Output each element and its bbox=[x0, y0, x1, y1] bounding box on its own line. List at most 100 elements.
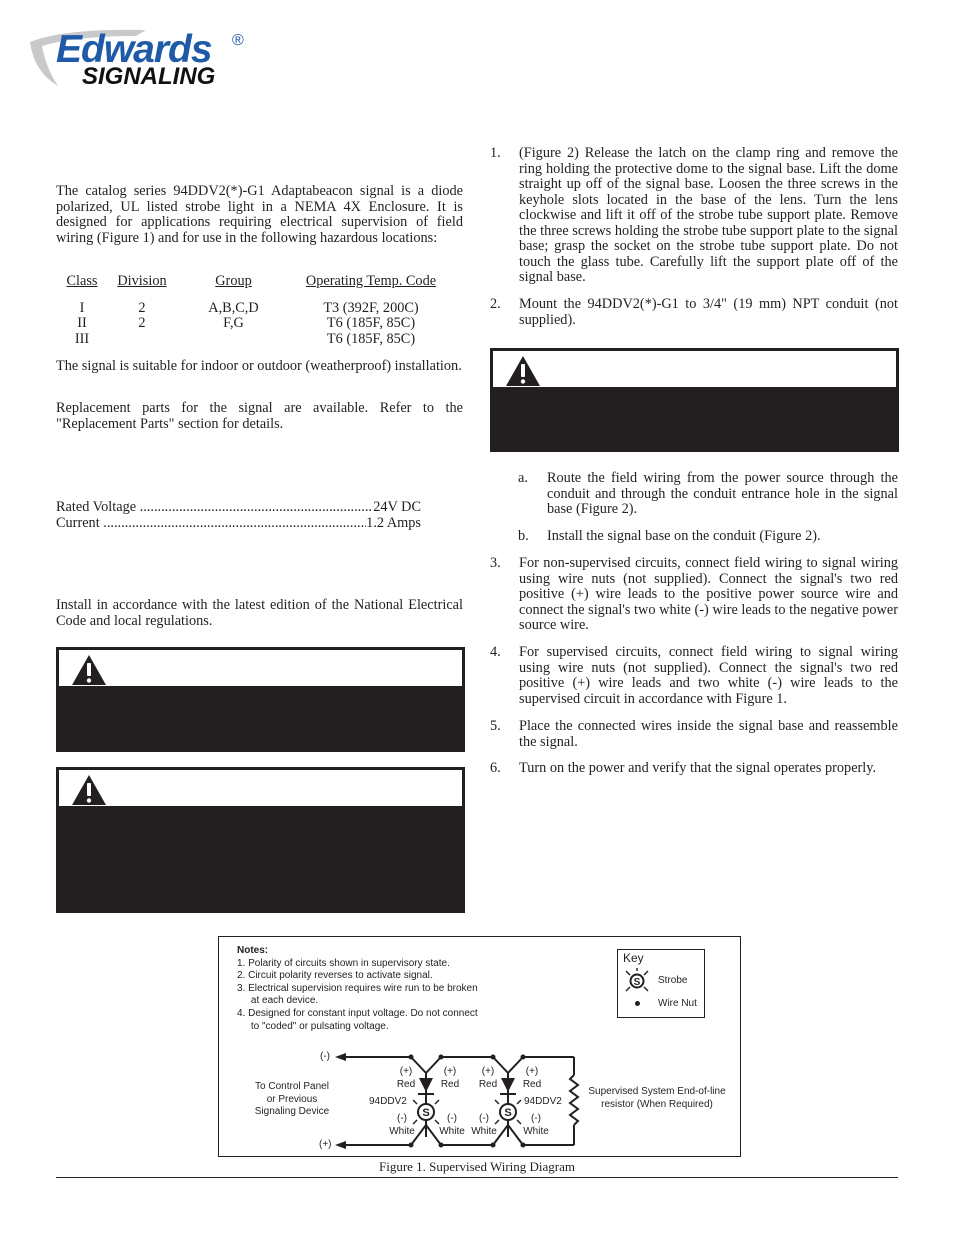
wiring-diagram-figure: Notes: 1. Polarity of circuits shown in … bbox=[218, 936, 741, 1157]
device-label: 94DDV2 bbox=[369, 1096, 407, 1107]
warning-box bbox=[56, 767, 465, 913]
wire-color: White bbox=[523, 1125, 549, 1137]
substep-text: Route the field wiring from the power so… bbox=[547, 470, 898, 517]
step-text: For supervised circuits, connect field w… bbox=[519, 644, 898, 707]
polarity: (+) bbox=[525, 1066, 539, 1077]
cell: III bbox=[74, 330, 90, 347]
polarity: (-) bbox=[479, 1113, 489, 1124]
polarity: (-) bbox=[397, 1113, 407, 1124]
col-division: Division bbox=[117, 273, 167, 289]
col-class: Class bbox=[66, 273, 98, 289]
step-number: 3. bbox=[490, 555, 501, 571]
figure-caption: Figure 1. Supervised Wiring Diagram bbox=[378, 1159, 575, 1174]
step-number: 2. bbox=[490, 296, 501, 312]
logo-registered-mark: ® bbox=[232, 32, 244, 49]
spec-current: Current ................................… bbox=[56, 515, 421, 531]
wire-color: White bbox=[389, 1125, 415, 1137]
cell: T6 (185F, 85C) bbox=[326, 330, 416, 347]
col-temp-code: Operating Temp. Code bbox=[305, 273, 437, 289]
source-label-line: To Control Panel bbox=[255, 1081, 329, 1092]
cell bbox=[176, 332, 291, 348]
white-lead-label: (-) White bbox=[521, 1113, 551, 1138]
white-lead-label: (-) White bbox=[469, 1113, 499, 1138]
cell: I bbox=[79, 299, 85, 316]
table-row: III T6 (185F, 85C) bbox=[56, 330, 456, 348]
step-number: 6. bbox=[490, 760, 501, 776]
warning-header bbox=[59, 650, 462, 686]
spec-value: 24V DC bbox=[373, 499, 421, 515]
polarity: (-) bbox=[447, 1113, 457, 1124]
step-item: 4. For supervised circuits, connect fiel… bbox=[490, 644, 898, 707]
cell: T3 (392F, 200C) bbox=[323, 299, 419, 316]
step-text: Turn on the power and verify that the si… bbox=[519, 760, 877, 776]
eol-label-line: resistor (When Required) bbox=[601, 1098, 713, 1110]
description-paragraph: The catalog series 94DDV2(*)-G1 Adaptabe… bbox=[56, 183, 463, 246]
red-lead-label: (+) Red bbox=[439, 1066, 461, 1091]
polarity: (+) bbox=[399, 1066, 413, 1077]
substep-letter: b. bbox=[518, 528, 529, 544]
table-header: Class Division Group Operating Temp. Cod… bbox=[56, 273, 456, 290]
warning-triangle-icon bbox=[72, 775, 106, 805]
step-item: 6. Turn on the power and verify that the… bbox=[490, 760, 898, 777]
step-item: 1. (Figure 2) Release the latch on the c… bbox=[490, 145, 898, 286]
step-text: Mount the 94DDV2(*)-G1 to 3/4" (19 mm) N… bbox=[519, 296, 898, 328]
cell: T6 (185F, 85C) bbox=[326, 315, 416, 331]
step-item: 2. Mount the 94DDV2(*)-G1 to 3/4" (19 mm… bbox=[490, 296, 898, 328]
replacement-paragraph: Replacement parts for the signal are ava… bbox=[56, 400, 463, 432]
table-row: II 2 F,G T6 (185F, 85C) bbox=[56, 315, 456, 332]
wire-color: White bbox=[471, 1125, 497, 1137]
col-group: Group bbox=[215, 273, 252, 289]
red-lead-label: (+) Red bbox=[395, 1066, 417, 1091]
polarity: (-) bbox=[531, 1113, 541, 1124]
red-lead-label: (+) Red bbox=[477, 1066, 499, 1091]
substep-text: Install the signal base on the conduit (… bbox=[547, 528, 821, 544]
cell: A,B,C,D bbox=[208, 299, 259, 316]
step-number: 1. bbox=[490, 145, 501, 161]
eol-label-line: Supervised System End-of-line bbox=[588, 1086, 726, 1097]
warning-header bbox=[59, 770, 462, 806]
eol-resistor-label: Supervised System End-of-line resistor (… bbox=[582, 1086, 732, 1111]
cell: 2 bbox=[138, 315, 146, 331]
step-text: Place the connected wires inside the sig… bbox=[519, 718, 898, 750]
warning-header bbox=[493, 351, 896, 387]
cell: F,G bbox=[223, 315, 244, 331]
warning-box bbox=[490, 348, 899, 452]
table-row: I 2 A,B,C,D T3 (392F, 200C) bbox=[56, 299, 456, 317]
polarity: (+) bbox=[481, 1066, 495, 1077]
device-label: 94DDV2 bbox=[524, 1096, 562, 1107]
footer-divider bbox=[56, 1177, 898, 1178]
cell: 2 bbox=[138, 299, 146, 316]
step-number: 5. bbox=[490, 718, 501, 734]
polarity: (+) bbox=[443, 1066, 457, 1077]
installation-intro: Install in accordance with the latest ed… bbox=[56, 597, 463, 629]
substep-letter: a. bbox=[518, 470, 528, 486]
step-text: (Figure 2) Release the latch on the clam… bbox=[519, 145, 898, 285]
wire-color: Red bbox=[478, 1078, 498, 1090]
warning-triangle-icon bbox=[72, 655, 106, 685]
cell bbox=[108, 332, 176, 348]
spec-rated-voltage: Rated Voltage ..........................… bbox=[56, 499, 421, 515]
step-item: 3. For non-supervised circuits, connect … bbox=[490, 555, 898, 634]
warning-triangle-icon bbox=[506, 356, 540, 386]
wire-color: Red bbox=[440, 1078, 460, 1090]
white-lead-label: (-) White bbox=[437, 1113, 467, 1138]
source-label: To Control Panel or Previous Signaling D… bbox=[237, 1081, 347, 1119]
hazardous-locations-table: Class Division Group Operating Temp. Cod… bbox=[56, 273, 456, 348]
substep-item: b. Install the signal base on the condui… bbox=[518, 528, 898, 545]
cell: II bbox=[77, 315, 87, 331]
svg-text:S: S bbox=[504, 1107, 511, 1119]
logo-subtitle: SIGNALING bbox=[82, 63, 216, 90]
wire-color: White bbox=[439, 1125, 465, 1137]
step-text: For non-supervised circuits, connect fie… bbox=[519, 555, 898, 633]
negative-terminal-label: (-) bbox=[320, 1051, 330, 1062]
white-lead-label: (-) White bbox=[387, 1113, 417, 1138]
warning-box bbox=[56, 647, 465, 752]
red-lead-label: (+) Red bbox=[521, 1066, 543, 1091]
svg-text:S: S bbox=[422, 1107, 429, 1119]
spec-label: Rated Voltage bbox=[56, 499, 137, 515]
spec-value: 1.2 Amps bbox=[366, 515, 421, 531]
source-label-line: Signaling Device bbox=[254, 1106, 330, 1118]
substep-item: a. Route the field wiring from the power… bbox=[518, 470, 898, 518]
wire-color: Red bbox=[522, 1078, 542, 1090]
step-item: 5. Place the connected wires inside the … bbox=[490, 718, 898, 750]
